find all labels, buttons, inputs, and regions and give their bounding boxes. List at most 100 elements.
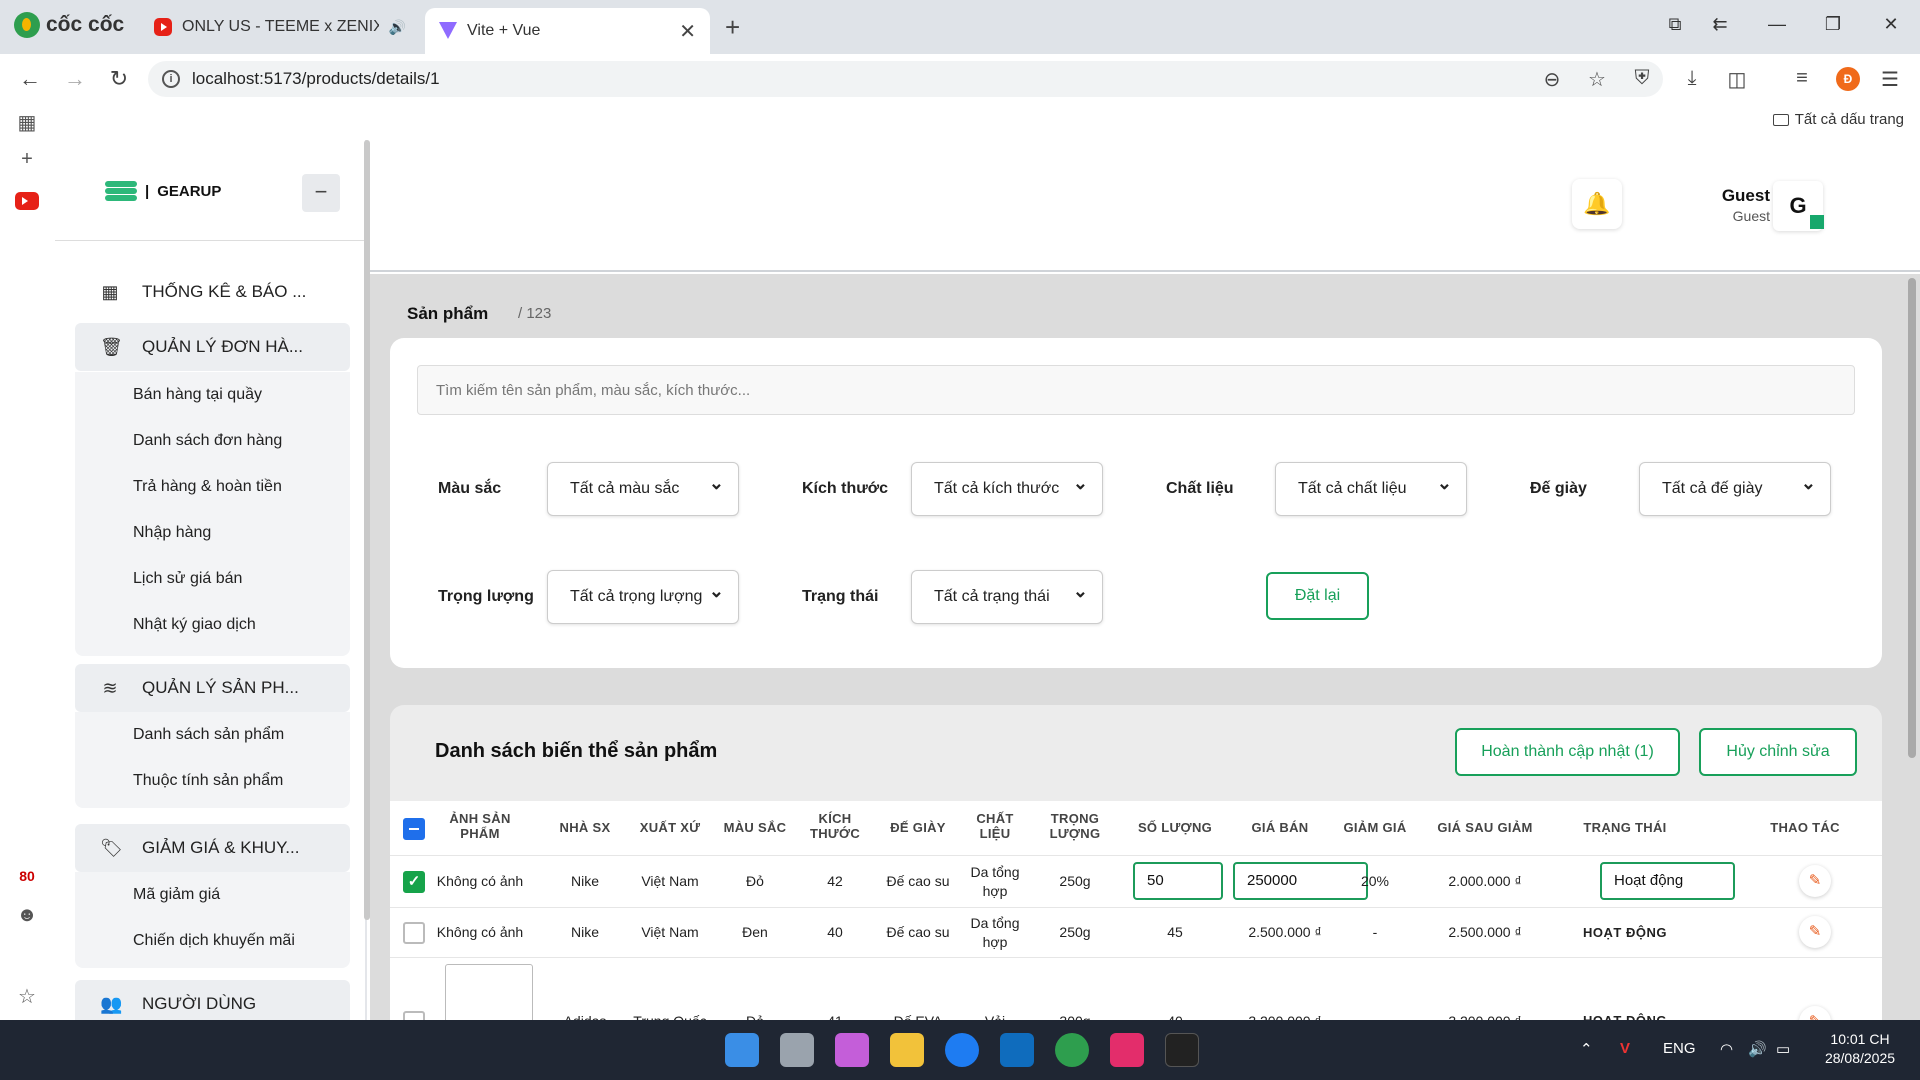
playlist-icon[interactable]: ≡ bbox=[1790, 67, 1814, 90]
new-tab-button[interactable]: + bbox=[725, 12, 740, 43]
user-role: Guest bbox=[1732, 208, 1770, 224]
complete-update-button[interactable]: Hoàn thành cập nhật (1) bbox=[1455, 728, 1680, 776]
close-window-button[interactable]: ✕ bbox=[1881, 14, 1901, 35]
cancel-edit-button[interactable]: Hủy chỉnh sửa bbox=[1699, 728, 1857, 776]
status-filter-select[interactable]: Tất cả trạng thái bbox=[911, 565, 1103, 624]
clock-time: 10:01 CH bbox=[1830, 1031, 1890, 1047]
all-bookmarks-button[interactable]: Tất cả dấu trang bbox=[1772, 111, 1904, 128]
battery-icon[interactable]: ▭ bbox=[1776, 1040, 1790, 1058]
sidebar-item-import[interactable]: Nhập hàng bbox=[75, 510, 350, 556]
app-80-icon[interactable]: 80 bbox=[14, 868, 40, 884]
youtube-rail-icon[interactable] bbox=[14, 192, 40, 216]
sidebar-group-label: GIẢM GIÁ & KHUY... bbox=[142, 838, 300, 857]
back-button[interactable]: ← bbox=[17, 66, 43, 92]
edit-icon[interactable]: ✎ bbox=[1799, 1006, 1831, 1021]
status-filter-label: Trạng thái bbox=[802, 588, 879, 605]
sidebar-item-pos[interactable]: Bán hàng tại quầy bbox=[75, 372, 350, 418]
sidebar-item-campaigns[interactable]: Chiến dịch khuyến mãi bbox=[75, 918, 350, 964]
task-view-icon[interactable] bbox=[780, 1033, 814, 1067]
tray-chevron-icon[interactable]: ⌃ bbox=[1580, 1040, 1593, 1058]
sidebar-group-statistics[interactable]: ▦ THỐNG KÊ & BÁO ... bbox=[75, 268, 350, 316]
sidebar-item-coupons[interactable]: Mã giảm giá bbox=[75, 872, 350, 918]
browser-brand-label: cốc cốc bbox=[46, 13, 125, 36]
minimize-button[interactable]: — bbox=[1767, 14, 1787, 35]
row-checkbox[interactable]: ✓ bbox=[403, 871, 425, 893]
weight-filter-select[interactable]: Tất cả trọng lượng bbox=[547, 565, 739, 624]
sole-filter-select[interactable]: Tất cả đế giày bbox=[1639, 457, 1831, 516]
color-filter-select[interactable]: Tất cả màu sắc bbox=[547, 457, 739, 516]
app-icon[interactable] bbox=[1165, 1033, 1199, 1067]
select-all-checkbox[interactable] bbox=[403, 818, 425, 840]
favorites-icon[interactable]: ☆ bbox=[14, 984, 40, 1009]
product-image-cell: Không có ảnh bbox=[436, 873, 524, 889]
trash-icon: 🗑 bbox=[100, 336, 123, 357]
back-arrow-icon[interactable]: ⇇ bbox=[1710, 14, 1730, 35]
material-filter-select[interactable]: Tất cả chất liệu bbox=[1275, 457, 1467, 516]
shield-icon[interactable]: ⛨ bbox=[1630, 67, 1654, 90]
tab-vite-vue[interactable]: Vite + Vue ✕ bbox=[425, 8, 710, 54]
wifi-icon[interactable]: ◠ bbox=[1720, 1040, 1733, 1058]
app-logo[interactable]: | GEARUP bbox=[105, 180, 221, 202]
sidebar-item-transaction-log[interactable]: Nhật ký giao dịch bbox=[75, 602, 350, 648]
url-text[interactable]: localhost:5173/products/details/1 bbox=[192, 69, 440, 89]
reload-button[interactable]: ↻ bbox=[106, 66, 132, 92]
language-indicator[interactable]: ENG bbox=[1663, 1040, 1696, 1057]
speaker-icon[interactable]: 🔊 bbox=[389, 19, 406, 36]
user-name[interactable]: Guest bbox=[1640, 186, 1770, 206]
search-input[interactable]: Tìm kiếm tên sản phẩm, màu sắc, kích thư… bbox=[417, 365, 1855, 415]
apps-grid-icon[interactable]: ▦ bbox=[14, 110, 40, 135]
game-app-icon[interactable]: ☻ bbox=[14, 904, 40, 927]
column-header: XUẤT XỨ bbox=[639, 820, 701, 835]
sidebar-item-product-attributes[interactable]: Thuộc tính sản phẩm bbox=[75, 758, 350, 804]
size-filter-select[interactable]: Tất cả kích thước bbox=[911, 457, 1103, 516]
download-icon[interactable]: ⤓ bbox=[1680, 67, 1704, 90]
zoom-out-icon[interactable]: ⊖ bbox=[1540, 67, 1564, 92]
sidebar-group-products[interactable]: ≋ QUẢN LÝ SẢN PH... bbox=[75, 664, 350, 712]
quantity-input[interactable]: 50 bbox=[1133, 862, 1223, 900]
forward-button[interactable]: → bbox=[62, 66, 88, 92]
app-brand: GEARUP bbox=[157, 182, 222, 200]
sidebar-item-order-list[interactable]: Danh sách đơn hàng bbox=[75, 418, 350, 464]
start-icon[interactable] bbox=[725, 1033, 759, 1067]
split-view-icon[interactable]: ◫ bbox=[1725, 67, 1749, 92]
reset-button[interactable]: Đặt lại bbox=[1266, 572, 1369, 620]
column-header: SỐ LƯỢNG bbox=[1137, 820, 1213, 835]
status-select[interactable]: Hoạt động bbox=[1600, 862, 1735, 900]
sidebar-collapse-button[interactable]: − bbox=[302, 174, 340, 212]
file-explorer-icon[interactable] bbox=[890, 1033, 924, 1067]
zalo-icon[interactable] bbox=[945, 1033, 979, 1067]
material-cell: Da tổng hợp bbox=[970, 864, 1020, 899]
main-scrollbar[interactable] bbox=[1908, 278, 1916, 758]
vivaldi-tray-icon[interactable]: V bbox=[1620, 1040, 1630, 1057]
system-clock[interactable]: 10:01 CH 28/08/2025 bbox=[1810, 1030, 1910, 1068]
add-icon[interactable]: + bbox=[14, 148, 40, 171]
sidebar-group-discounts[interactable]: 🏷 GIẢM GIÁ & KHUY... bbox=[75, 824, 350, 872]
coccoc-taskbar-icon[interactable] bbox=[1055, 1033, 1089, 1067]
copilot-icon[interactable] bbox=[835, 1033, 869, 1067]
sidebar-item-product-list[interactable]: Danh sách sản phẩm bbox=[75, 712, 350, 758]
volume-icon[interactable]: 🔊 bbox=[1748, 1040, 1767, 1058]
address-bar-row: ← → ↻ i localhost:5173/products/details/… bbox=[0, 54, 1920, 104]
profile-initial[interactable]: Đ bbox=[1836, 67, 1860, 91]
row-checkbox[interactable] bbox=[403, 922, 425, 944]
edit-icon[interactable]: ✎ bbox=[1799, 865, 1831, 897]
sole-cell: Đế cao su bbox=[886, 924, 950, 940]
sidebar-group-orders[interactable]: 🗑 QUẢN LÝ ĐƠN HÀ... bbox=[75, 323, 350, 371]
tab-youtube[interactable]: ONLY US - TEEME x ZENIX RE 🔊 bbox=[140, 8, 420, 46]
restore-button[interactable]: ❐ bbox=[1823, 14, 1843, 35]
coccoc-logo-icon bbox=[14, 12, 40, 38]
screen-capture-icon[interactable]: ⧉ bbox=[1665, 14, 1685, 35]
vite-icon bbox=[439, 22, 457, 40]
menu-icon[interactable]: ☰ bbox=[1878, 67, 1902, 92]
sidebar-item-price-history[interactable]: Lịch sử giá bán bbox=[75, 556, 350, 602]
site-info-icon[interactable]: i bbox=[162, 70, 180, 88]
sidebar-item-returns[interactable]: Trả hàng & hoàn tiền bbox=[75, 464, 350, 510]
outlook-icon[interactable] bbox=[1000, 1033, 1034, 1067]
bookmark-star-icon[interactable]: ☆ bbox=[1585, 67, 1609, 92]
url-bar[interactable]: i localhost:5173/products/details/1 bbox=[148, 61, 1663, 97]
close-tab-icon[interactable]: ✕ bbox=[679, 19, 696, 44]
intellij-icon[interactable] bbox=[1110, 1033, 1144, 1067]
edit-icon[interactable]: ✎ bbox=[1799, 916, 1831, 948]
bell-icon[interactable]: 🔔 bbox=[1572, 179, 1622, 229]
profile-avatar[interactable]: Đ bbox=[1836, 67, 1860, 91]
